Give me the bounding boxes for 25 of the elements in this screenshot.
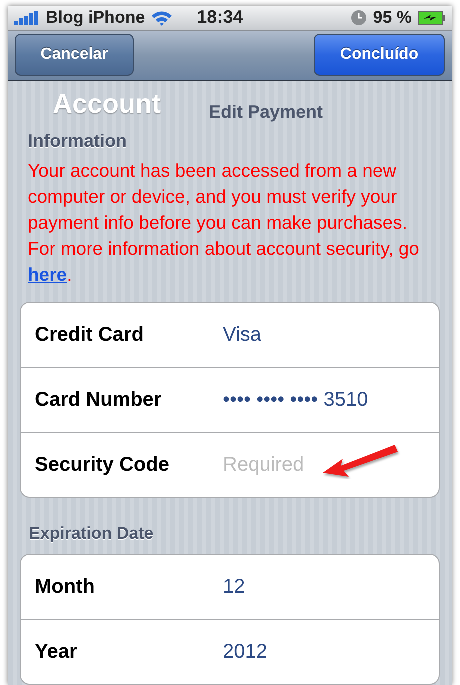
- done-button[interactable]: Concluído: [314, 34, 445, 76]
- field-label: Security Code: [34, 454, 170, 476]
- clock-time: 18:34: [197, 7, 244, 28]
- section-title: Expiration Date: [29, 524, 155, 544]
- battery-icon: [418, 10, 446, 25]
- input-field[interactable]: Required: [223, 454, 333, 476]
- wifi-icon: [151, 10, 174, 26]
- field-value[interactable]: Visa: [223, 324, 262, 346]
- section-subtitle: Information: [28, 131, 128, 152]
- clock-icon: [351, 10, 368, 26]
- field-label: Card Number: [34, 388, 163, 412]
- page-title: Edit Payment: [209, 102, 324, 123]
- field-label: Month: [34, 576, 96, 598]
- field-label: Credit Card: [34, 324, 145, 346]
- field-label: Year: [34, 640, 78, 664]
- here-link[interactable]: here: [28, 264, 68, 285]
- battery-percent: 95 %: [373, 8, 412, 28]
- cancel-button[interactable]: Cancelar: [15, 34, 134, 76]
- field-value[interactable]: 12: [223, 576, 246, 598]
- overlay-title: Account: [53, 89, 161, 120]
- warning-message: Your account has been accessed from a new computer or device, and you must verify your payment info before you can make purchases. For more information about account security, go here.: [28, 159, 420, 287]
- signal-icon: [14, 10, 40, 25]
- field-value[interactable]: •••• •••• •••• 3510: [223, 388, 368, 412]
- carrier-name: Blog iPhone: [46, 8, 146, 28]
- field-value[interactable]: 2012: [223, 640, 268, 664]
